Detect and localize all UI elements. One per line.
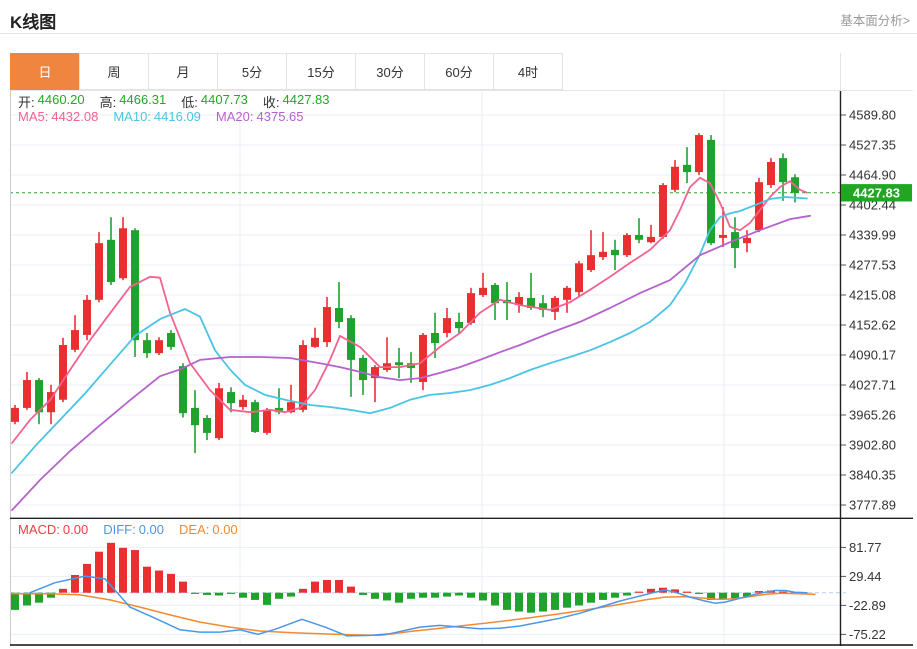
svg-text:4464.90: 4464.90 — [849, 168, 896, 183]
svg-text:4090.17: 4090.17 — [849, 348, 896, 363]
svg-text:4589.80: 4589.80 — [849, 108, 896, 123]
legend-macd: MACD: 0.00 — [18, 522, 89, 537]
legend-ma20: MA20: 4375.65 — [215, 109, 304, 124]
tab-weekly[interactable]: 周 — [79, 53, 149, 90]
legend-dea: DEA: 0.00 — [179, 522, 238, 537]
svg-text:81.77: 81.77 — [849, 540, 882, 555]
header-divider — [0, 33, 917, 34]
legend-diff: DIFF: 0.00 — [103, 522, 165, 537]
toolbar-right-border — [840, 53, 841, 90]
svg-text:3902.80: 3902.80 — [849, 438, 896, 453]
tab-15min[interactable]: 15分 — [286, 53, 356, 90]
fundamental-analysis-link[interactable]: 基本面分析> — [840, 10, 910, 29]
svg-text:4152.62: 4152.62 — [849, 318, 896, 333]
macd-indicator-chart[interactable]: 81.77 29.44 -22.89 -75.22 — [10, 519, 913, 646]
svg-text:29.44: 29.44 — [849, 569, 882, 584]
svg-text:4527.35: 4527.35 — [849, 138, 896, 153]
svg-text:4277.53: 4277.53 — [849, 258, 896, 273]
legend-ma10: MA10: 4416.09 — [113, 109, 201, 124]
tab-60min[interactable]: 60分 — [424, 53, 494, 90]
legend-ma5: MA5: 4432.08 — [18, 109, 99, 124]
current-price-tag: 4427.83 — [841, 184, 912, 202]
svg-text:4027.71: 4027.71 — [849, 378, 896, 393]
svg-text:-75.22: -75.22 — [849, 627, 886, 642]
main-candlestick-chart[interactable]: 4589.804527.354464.904402.444339.994277.… — [10, 90, 913, 519]
tab-4hour[interactable]: 4时 — [493, 53, 563, 90]
page-title: K线图 — [10, 13, 57, 32]
tab-daily[interactable]: 日 — [10, 53, 80, 90]
tab-30min[interactable]: 30分 — [355, 53, 425, 90]
svg-text:4427.83: 4427.83 — [853, 186, 900, 201]
tab-5min[interactable]: 5分 — [217, 53, 287, 90]
tab-monthly[interactable]: 月 — [148, 53, 218, 90]
svg-text:-22.89: -22.89 — [849, 598, 886, 613]
svg-text:3965.26: 3965.26 — [849, 408, 896, 423]
svg-text:3777.89: 3777.89 — [849, 498, 896, 513]
interval-tab-bar: 日 周 月 5分 15分 30分 60分 4时 — [10, 53, 563, 90]
svg-text:4215.08: 4215.08 — [849, 288, 896, 303]
ma-legend: MA5: 4432.08 MA10: 4416.09 MA20: 4375.65 — [18, 109, 304, 124]
kline-chart-page: K线图 基本面分析> 日 周 月 5分 15分 30分 60分 4时 开: 446… — [0, 0, 917, 649]
svg-text:4339.99: 4339.99 — [849, 228, 896, 243]
svg-text:3840.35: 3840.35 — [849, 468, 896, 483]
macd-legend: MACD: 0.00 DIFF: 0.00 DEA: 0.00 — [18, 522, 238, 537]
